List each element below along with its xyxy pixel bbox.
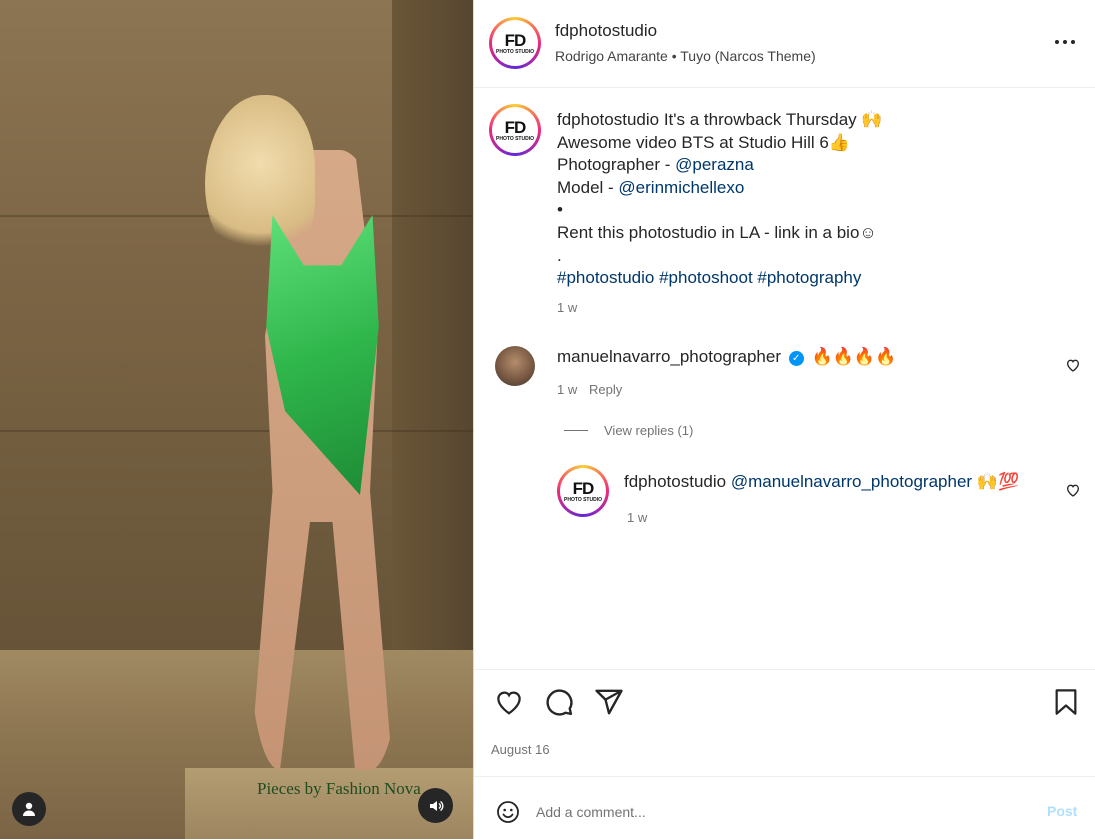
post-date[interactable]: August 16 [491,742,550,757]
avatar-logo-text: FD [504,117,527,137]
comment-input[interactable] [536,800,1016,824]
reply-username[interactable]: fdphotostudio [624,472,726,491]
caption-line-2: Awesome video BTS at Studio Hill 6👍 [557,132,850,152]
caption-bullet: • [557,200,563,220]
comment-like-heart-icon[interactable] [1065,357,1081,373]
avatar-logo-text: FD [504,30,527,50]
like-button[interactable] [493,686,525,718]
comment-timestamp[interactable]: 1 w [557,382,577,397]
tagged-users-button[interactable] [12,792,46,826]
reply-like-heart-icon[interactable] [1065,482,1081,498]
video-watermark: Pieces by Fashion Nova [257,779,421,798]
post-comment-button[interactable]: Post [1047,803,1077,819]
caption-rent-line: Rent this photostudio in LA - link in a … [557,222,877,242]
reply-author-avatar[interactable]: FD PHOTO STUDIO [557,465,609,517]
avatar-logo-subtext: PHOTO STUDIO [564,496,602,503]
reply-timestamp[interactable]: 1 w [627,510,647,525]
share-icon [595,689,623,715]
share-button[interactable] [593,686,625,718]
comment-body: manuelnavarro_photographer ✓ 🔥🔥🔥🔥 [557,347,896,367]
view-replies-label: View replies (1) [604,423,694,438]
caption-author-avatar[interactable]: FD PHOTO STUDIO [489,104,541,156]
caption-line-1: It's a throwback Thursday 🙌 [663,110,883,129]
speaker-icon [429,800,444,811]
post-details-panel: FD PHOTO STUDIO fdphotostudio Rodrigo Am… [473,0,1095,839]
caption-timestamp[interactable]: 1 w [557,300,577,315]
post-media-video[interactable]: Pieces by Fashion Nova [0,0,473,839]
reply-mention-link[interactable]: @manuelnavarro_photographer [731,472,972,491]
comment-text: 🔥🔥🔥🔥 [811,347,897,366]
post-actions-bar: August 16 [474,669,1095,777]
more-options-button[interactable] [1052,30,1078,54]
model-label: Model - [557,177,619,197]
more-icon [1055,40,1059,44]
author-username[interactable]: fdphotostudio [555,21,657,41]
reply-body: fdphotostudio @manuelnavarro_photographe… [624,472,1019,492]
comment-button[interactable] [543,686,575,718]
model-mention-link[interactable]: @erinmichellexo [618,178,744,197]
model-hair [205,95,315,265]
avatar-logo-subtext: PHOTO STUDIO [496,48,534,55]
heart-icon [497,691,521,715]
emoji-icon[interactable] [496,800,520,824]
replies-divider [564,430,588,431]
caption-username[interactable]: fdphotostudio [557,110,659,129]
bookmark-icon [1055,689,1077,715]
commenter-avatar[interactable] [495,346,535,386]
post-caption: fdphotostudio It's a throwback Thursday … [557,109,1077,290]
commenter-username[interactable]: manuelnavarro_photographer [557,347,781,366]
wall-shadow [392,0,473,650]
photographer-label: Photographer - [557,155,676,175]
verified-badge-icon: ✓ [788,351,804,366]
caption-dot: . [557,245,562,265]
avatar-logo-subtext: PHOTO STUDIO [496,135,534,142]
comment-icon [546,689,573,716]
add-comment-bar: Post [474,778,1095,839]
audio-track-link[interactable]: Rodrigo Amarante • Tuyo (Narcos Theme) [555,48,816,64]
wall-seam [0,430,473,432]
audio-toggle-button[interactable] [418,788,453,823]
comment-reply-button[interactable]: Reply [589,382,622,397]
photographer-mention-link[interactable]: @perazna [675,155,754,174]
view-replies-button[interactable]: View replies (1) [564,423,693,438]
save-button[interactable] [1050,686,1082,718]
post-header: FD PHOTO STUDIO fdphotostudio Rodrigo Am… [474,0,1095,88]
user-icon [23,802,35,816]
author-avatar[interactable]: FD PHOTO STUDIO [489,17,541,69]
avatar-logo-text: FD [572,478,595,498]
caption-hashtags[interactable]: #photostudio #photoshoot #photography [557,267,1077,290]
reply-text: 🙌💯 [976,472,1020,491]
